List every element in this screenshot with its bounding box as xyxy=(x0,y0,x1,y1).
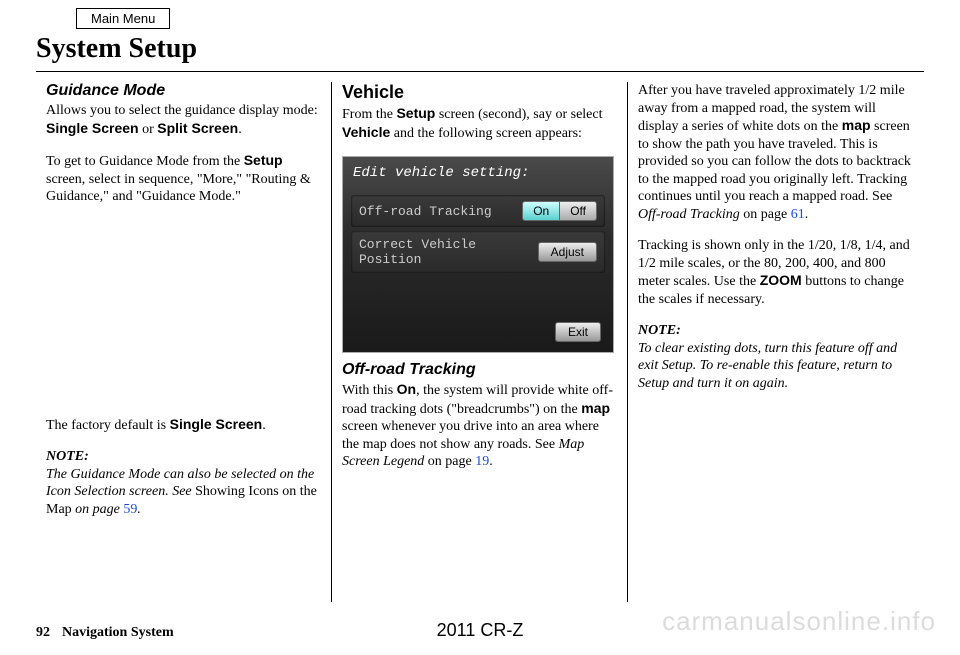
vehicle-intro: From the Setup screen (second), say or s… xyxy=(342,105,617,142)
text: . xyxy=(262,418,266,433)
text: on page xyxy=(424,454,475,469)
footer-model: 2011 CR-Z xyxy=(437,620,524,641)
ref-italic: Off-road Tracking xyxy=(638,207,740,222)
text: and the following screen appears: xyxy=(390,126,582,141)
note-text: on page xyxy=(72,502,124,517)
heading-guidance-mode: Guidance Mode xyxy=(46,82,321,100)
toggle-on[interactable]: On xyxy=(523,202,560,220)
note-label: NOTE: xyxy=(46,449,89,464)
note-body: To clear existing dots, turn this featur… xyxy=(638,341,897,391)
text: screen (second), say or select xyxy=(435,107,602,122)
adjust-button[interactable]: Adjust xyxy=(538,242,597,262)
text: With this xyxy=(342,383,397,398)
main-menu-button[interactable]: Main Menu xyxy=(76,8,170,29)
offroad-body: With this On, the system will provide wh… xyxy=(342,381,617,471)
text-bold: map xyxy=(842,117,871,133)
page-title: System Setup xyxy=(36,33,924,72)
text: From the xyxy=(342,107,396,122)
text-bold: Setup xyxy=(244,152,283,168)
heading-offroad-tracking: Off-road Tracking xyxy=(342,361,617,379)
text: . xyxy=(238,122,242,137)
page-footer: 92 Navigation System 2011 CR-Z xyxy=(36,625,924,641)
text-bold: Single Screen xyxy=(46,120,139,136)
column-2: Vehicle From the Setup screen (second), … xyxy=(332,82,628,602)
text: . xyxy=(805,207,809,222)
tracking-explain: After you have traveled approximately 1/… xyxy=(638,82,914,223)
nav-row-label: Off-road Tracking xyxy=(359,204,492,219)
text: Allows you to select the guidance displa… xyxy=(46,103,318,118)
guidance-note: NOTE: The Guidance Mode can also be sele… xyxy=(46,448,321,518)
text-bold: map xyxy=(581,400,610,416)
footer-section: Navigation System xyxy=(62,625,174,641)
page-number: 92 xyxy=(36,625,50,641)
text-bold: On xyxy=(397,381,416,397)
page-link-61[interactable]: 61 xyxy=(791,207,805,222)
guidance-default: The factory default is Single Screen. xyxy=(46,416,321,435)
text-bold: Single Screen xyxy=(170,416,263,432)
text-bold: Split Screen xyxy=(157,120,238,136)
tracking-scales: Tracking is shown only in the 1/20, 1/8,… xyxy=(638,237,914,308)
page-link-19[interactable]: 19 xyxy=(475,454,489,469)
note-label: NOTE: xyxy=(638,323,681,338)
nav-row-offroad: Off-road Tracking On Off xyxy=(351,195,605,227)
content-columns: Guidance Mode Allows you to select the g… xyxy=(36,82,924,602)
text: To get to Guidance Mode from the xyxy=(46,154,244,169)
page-link-59[interactable]: 59 xyxy=(123,502,137,517)
guidance-intro: Allows you to select the guidance displa… xyxy=(46,102,321,138)
tracking-note: NOTE: To clear existing dots, turn this … xyxy=(638,322,914,392)
column-3: After you have traveled approximately 1/… xyxy=(628,82,924,602)
column-1: Guidance Mode Allows you to select the g… xyxy=(36,82,332,602)
text: on page xyxy=(740,207,791,222)
text: or xyxy=(139,122,158,137)
text-bold: Setup xyxy=(396,105,435,121)
nav-row-label: Correct Vehicle Position xyxy=(359,237,538,267)
text: The factory default is xyxy=(46,418,170,433)
onoff-toggle[interactable]: On Off xyxy=(522,201,597,221)
text: . xyxy=(489,454,493,469)
heading-vehicle: Vehicle xyxy=(342,82,617,103)
text: screen, select in sequence, "More," "Rou… xyxy=(46,172,311,205)
guidance-howto: To get to Guidance Mode from the Setup s… xyxy=(46,152,321,206)
nav-unit-screenshot: Edit vehicle setting: Off-road Tracking … xyxy=(342,156,614,353)
text: . xyxy=(137,502,141,517)
toggle-off[interactable]: Off xyxy=(560,202,596,220)
text-bold: Vehicle xyxy=(342,124,390,140)
nav-row-correct-position: Correct Vehicle Position Adjust xyxy=(351,231,605,273)
text-bold: ZOOM xyxy=(760,272,802,288)
exit-button[interactable]: Exit xyxy=(555,322,601,342)
nav-screen-title: Edit vehicle setting: xyxy=(343,157,613,191)
